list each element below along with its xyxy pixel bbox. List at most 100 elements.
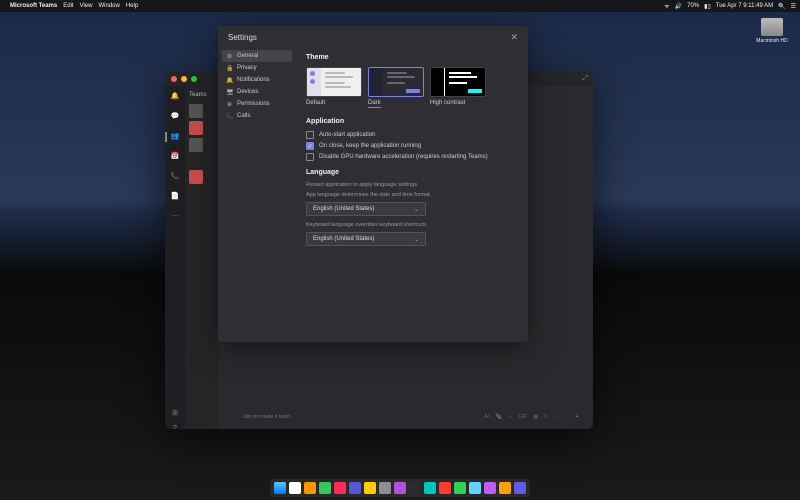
dock-app-icon[interactable] [304,482,316,494]
nav-notifications[interactable]: 🔔 Notifications [222,74,292,86]
team-tile[interactable] [189,138,203,152]
dock-app-icon[interactable] [289,482,301,494]
more-icon[interactable]: ⋯ [554,414,559,420]
hd-label: Macintosh HD [756,38,788,44]
team-tile[interactable] [189,121,203,135]
app-language-select[interactable]: English (United States) ⌄ [306,202,426,216]
battery-icon[interactable]: ▮▯ [704,3,711,10]
theme-section-title: Theme [306,54,518,61]
dock-app-icon[interactable] [499,482,511,494]
menu-window[interactable]: Window [98,3,119,9]
keyboard-language-select[interactable]: English (United States) ⌄ [306,232,426,246]
rail-files-icon[interactable]: 📄 [170,192,180,202]
dock-app-icon[interactable] [439,482,451,494]
theme-preview-default [306,67,362,97]
gear-icon: ⚙ [226,53,233,60]
app-menu[interactable]: Microsoft Teams [10,3,57,9]
dock-app-icon[interactable] [514,482,526,494]
spotlight-icon[interactable]: 🔍 [778,3,785,10]
bell-icon: 🔔 [226,77,233,84]
nav-label: Privacy [237,65,257,71]
zoom-button[interactable] [191,76,197,82]
theme-preview-dark [368,67,424,97]
chevron-down-icon: ⌄ [414,206,419,213]
nav-label: Notifications [237,77,270,83]
emoji-icon[interactable]: ☺ [508,414,513,420]
dock-app-icon[interactable] [484,482,496,494]
rail-calls-icon[interactable]: 📞 [170,172,180,182]
dock-app-icon[interactable] [379,482,391,494]
rail-teams-icon[interactable]: 👥 [170,132,180,142]
team-tile[interactable] [189,170,203,184]
rail-chat-icon[interactable]: 💬 [170,112,180,122]
dock-app-icon[interactable] [319,482,331,494]
dock-app-icon[interactable] [334,482,346,494]
volume-icon[interactable]: 🔊 [675,3,682,10]
control-center-icon[interactable]: ☰ [791,3,796,10]
theme-option-high-contrast[interactable]: High contrast [430,67,486,108]
monitor-icon: 🖥 [226,89,233,96]
language-section-title: Language [306,169,518,176]
nav-label: Calls [237,113,250,119]
menu-help[interactable]: Help [126,3,138,9]
phone-icon: 📞 [226,113,233,120]
nav-label: Permissions [237,101,270,107]
nav-calls[interactable]: 📞 Calls [222,110,292,122]
nav-privacy[interactable]: 🔒 Privacy [222,62,292,74]
checkbox-disable-gpu[interactable]: Disable GPU hardware acceleration (requi… [306,153,518,161]
close-button[interactable] [171,76,177,82]
wifi-icon[interactable]: ᯤ [664,2,669,10]
gif-icon[interactable]: GIF [519,414,527,420]
lock-icon: 🔒 [226,65,233,72]
nav-general[interactable]: ⚙ General [222,50,292,62]
theme-option-dark[interactable]: Dark [368,67,424,108]
menu-view[interactable]: View [80,3,93,9]
nav-permissions[interactable]: ⊕ Permissions [222,98,292,110]
rail-apps-icon[interactable]: ⊞ [170,409,180,417]
teams-header: Teams [187,90,217,100]
menubar-datetime[interactable]: Tue Apr 7 9:11:49 AM [716,3,773,9]
rail-help-icon[interactable]: ? [170,425,180,429]
dock-app-icon[interactable] [454,482,466,494]
nav-devices[interactable]: 🖥Devices [222,86,292,98]
dock-app-icon[interactable] [364,482,376,494]
menu-edit[interactable]: Edit [63,3,73,9]
close-icon[interactable]: ✕ [510,32,518,43]
theme-option-default[interactable]: Default [306,67,362,108]
dock-app-icon[interactable] [274,482,286,494]
hd-icon [761,18,783,36]
dock-app-icon[interactable] [394,482,406,494]
attach-icon[interactable]: 📎 [496,414,502,420]
settings-title: Settings [228,33,257,42]
checkbox-label: Auto-start application [319,132,375,138]
macos-dock [270,479,530,497]
checkbox-auto-start[interactable]: Auto-start application [306,131,518,139]
dock-app-icon[interactable] [409,482,421,494]
checkbox-label: Disable GPU hardware acceleration (requi… [319,154,488,160]
sticker-icon[interactable]: ▦ [533,414,538,420]
checkbox-icon: ✓ [306,142,314,150]
nav-label: General [237,53,258,59]
expand-icon[interactable]: ⤢ [582,75,588,83]
desktop-hd-icon[interactable]: Macintosh HD [756,18,788,44]
dock-app-icon[interactable] [349,482,361,494]
send-icon[interactable]: ➤ [575,414,579,420]
dock-app-icon[interactable] [469,482,481,494]
meet-icon[interactable]: ▷ [544,414,548,420]
key-icon: ⊕ [226,101,233,108]
rail-calendar-icon[interactable]: 📅 [170,152,180,162]
team-tile[interactable] [189,104,203,118]
join-create-team[interactable]: Join or create a team [243,414,290,420]
checkbox-icon [306,153,314,161]
select-value: English (United States) [313,236,374,242]
rail-more-icon[interactable]: ⋯ [170,212,180,222]
battery-percent: 70% [687,3,699,9]
select-value: English (United States) [313,206,374,212]
rail-activity-icon[interactable]: 🔔 [170,92,180,102]
minimize-button[interactable] [181,76,187,82]
checkbox-keep-running[interactable]: ✓ On close, keep the application running [306,142,518,150]
settings-modal: Settings ✕ ⚙ General 🔒 Privacy 🔔 Notificati… [218,26,528,342]
dock-app-icon[interactable] [424,482,436,494]
keyboard-language-note: Keyboard language overrides keyboard sho… [306,222,518,228]
format-icon[interactable]: Aᵃ [484,414,489,420]
